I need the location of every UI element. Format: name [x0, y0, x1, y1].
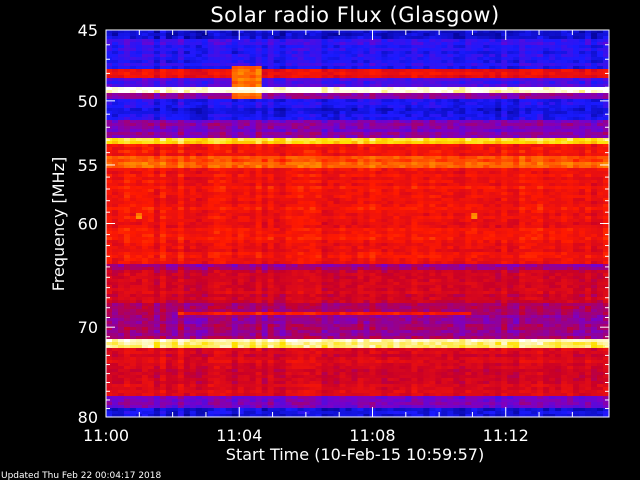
chart-title: Solar radio Flux (Glasgow) [210, 3, 499, 27]
heatmap-layer [106, 30, 610, 418]
spectrogram-chart: Solar radio Flux (Glasgow) 4550556070801… [0, 0, 640, 480]
